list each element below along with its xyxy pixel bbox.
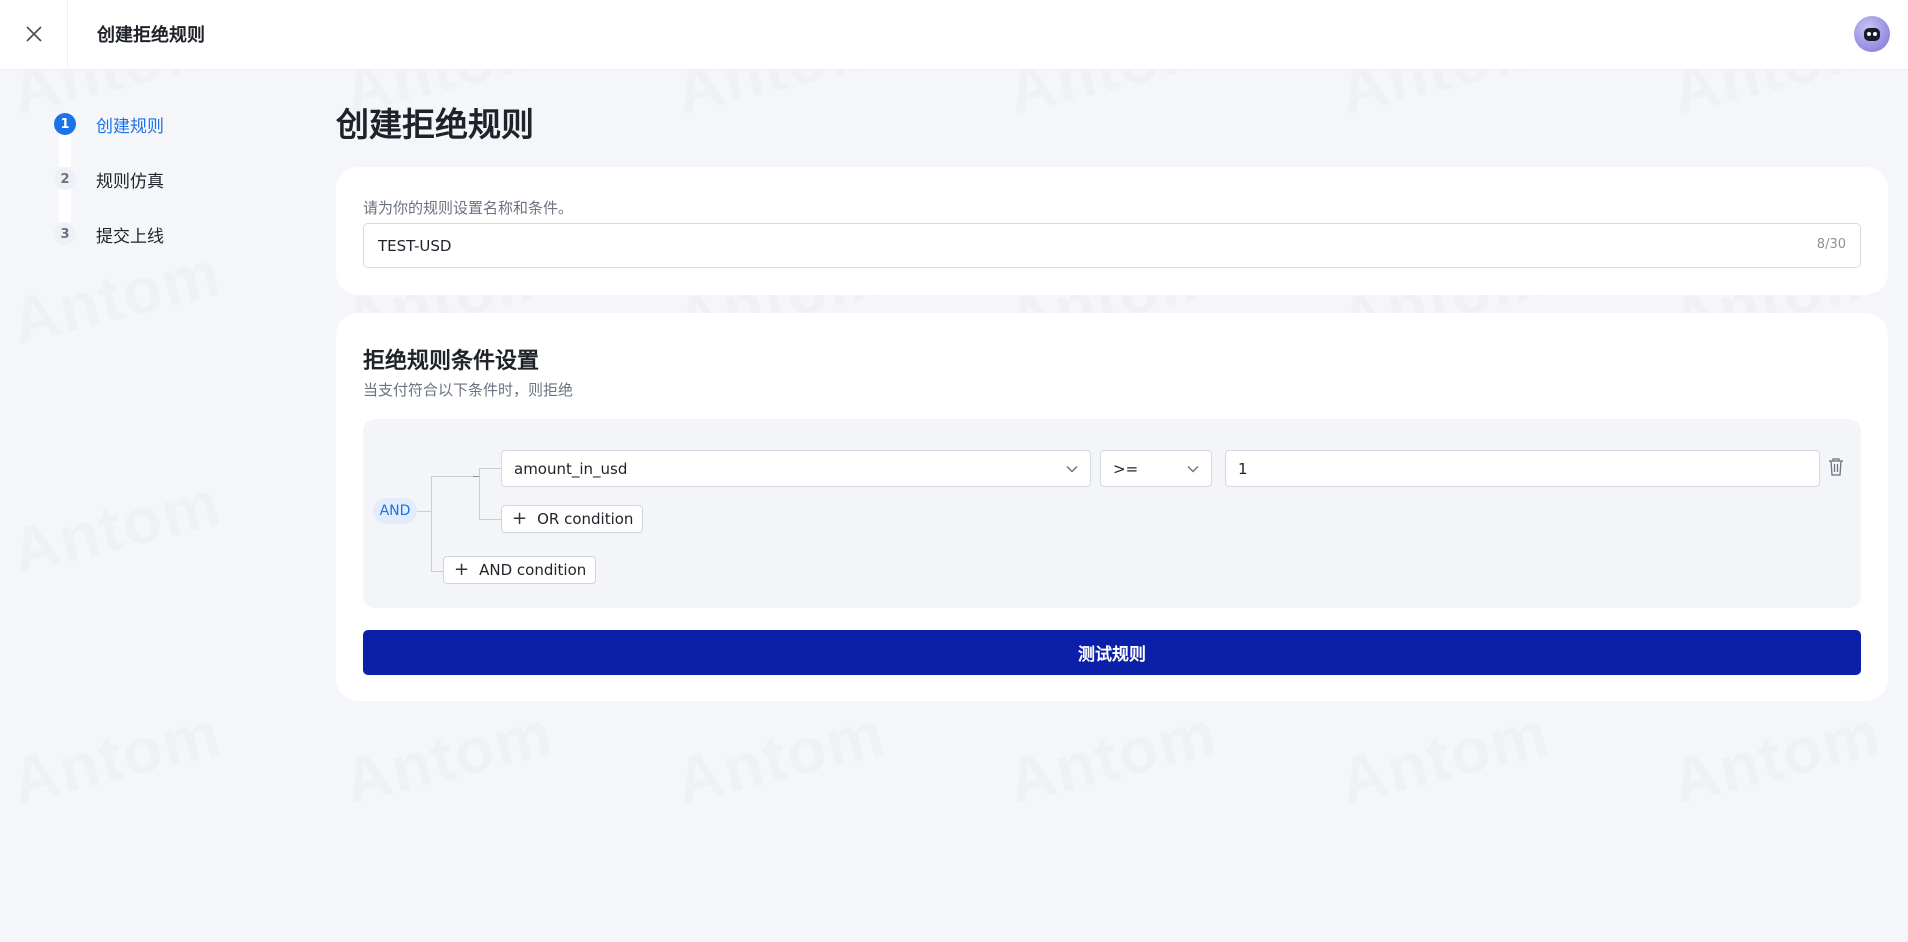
step-number: 3 [54, 223, 76, 245]
tree-connector [417, 511, 431, 512]
rule-name-card: 请为你的规则设置名称和条件。 TEST-USD 8/30 [336, 167, 1888, 295]
condition-value-input[interactable]: 1 [1225, 450, 1820, 487]
tree-connector [431, 476, 473, 477]
watermark-mark: Antom [1332, 695, 1556, 818]
logic-and-toggle[interactable]: AND [373, 498, 417, 524]
condition-value: 1 [1238, 459, 1248, 478]
test-rule-button[interactable]: 测试规则 [363, 630, 1861, 675]
watermark-mark: Antom [668, 695, 892, 818]
close-icon [25, 26, 42, 42]
close-button[interactable] [0, 0, 68, 68]
rule-name-input[interactable]: TEST-USD 8/30 [363, 223, 1861, 268]
user-avatar[interactable] [1854, 16, 1890, 52]
step-rule-simulation[interactable]: 2 规则仿真 [54, 167, 294, 192]
step-create-rule[interactable]: 1 创建规则 [54, 112, 294, 137]
step-number: 2 [54, 168, 76, 190]
header-title: 创建拒绝规则 [97, 25, 205, 46]
rule-name-value: TEST-USD [378, 236, 452, 255]
watermark-mark: Antom [4, 695, 228, 818]
conditions-subtitle: 当支付符合以下条件时，则拒绝 [363, 381, 574, 399]
step-connector [59, 189, 71, 222]
conditions-title: 拒绝规则条件设置 [363, 349, 540, 374]
tree-connector [479, 519, 501, 520]
watermark-mark: Antom [336, 695, 560, 818]
add-and-condition-button[interactable]: + AND condition [443, 556, 597, 584]
condition-builder: AND amount_in_usd >= 1 + OR condition + … [363, 419, 1861, 608]
plus-icon: + [512, 508, 528, 529]
step-label: 提交上线 [96, 226, 164, 247]
field-value: amount_in_usd [514, 459, 628, 478]
watermark-mark: Antom [1664, 695, 1888, 818]
tree-connector [431, 476, 432, 572]
group-marker [473, 476, 479, 477]
watermark-mark: Antom [4, 235, 228, 358]
tree-connector [431, 571, 443, 572]
chevron-down-icon [1187, 466, 1199, 473]
rule-name-hint: 请为你的规则设置名称和条件。 [363, 199, 574, 217]
chevron-down-icon [1066, 466, 1078, 473]
delete-condition-icon[interactable] [1827, 457, 1845, 477]
watermark-mark: Antom [1000, 695, 1224, 818]
step-connector [59, 134, 71, 167]
tree-connector [479, 468, 480, 520]
or-button-label: OR condition [537, 510, 634, 528]
step-submit-online[interactable]: 3 提交上线 [54, 222, 294, 247]
step-label: 规则仿真 [96, 171, 164, 192]
condition-operator-select[interactable]: >= [1100, 450, 1212, 487]
plus-icon: + [454, 559, 470, 580]
operator-value: >= [1113, 459, 1139, 478]
page-title: 创建拒绝规则 [336, 105, 534, 144]
tree-connector [479, 468, 501, 469]
conditions-card: 拒绝规则条件设置 当支付符合以下条件时，则拒绝 AND amount_in_us… [336, 313, 1888, 701]
step-label: 创建规则 [96, 116, 164, 137]
step-number: 1 [54, 113, 76, 135]
robot-avatar-icon [1864, 28, 1880, 41]
add-or-condition-button[interactable]: + OR condition [501, 505, 644, 533]
condition-field-select[interactable]: amount_in_usd [501, 450, 1091, 487]
char-counter: 8/30 [1816, 237, 1846, 252]
watermark-mark: Antom [4, 465, 228, 588]
and-button-label: AND condition [479, 561, 587, 579]
top-bar: 创建拒绝规则 [0, 0, 1908, 70]
